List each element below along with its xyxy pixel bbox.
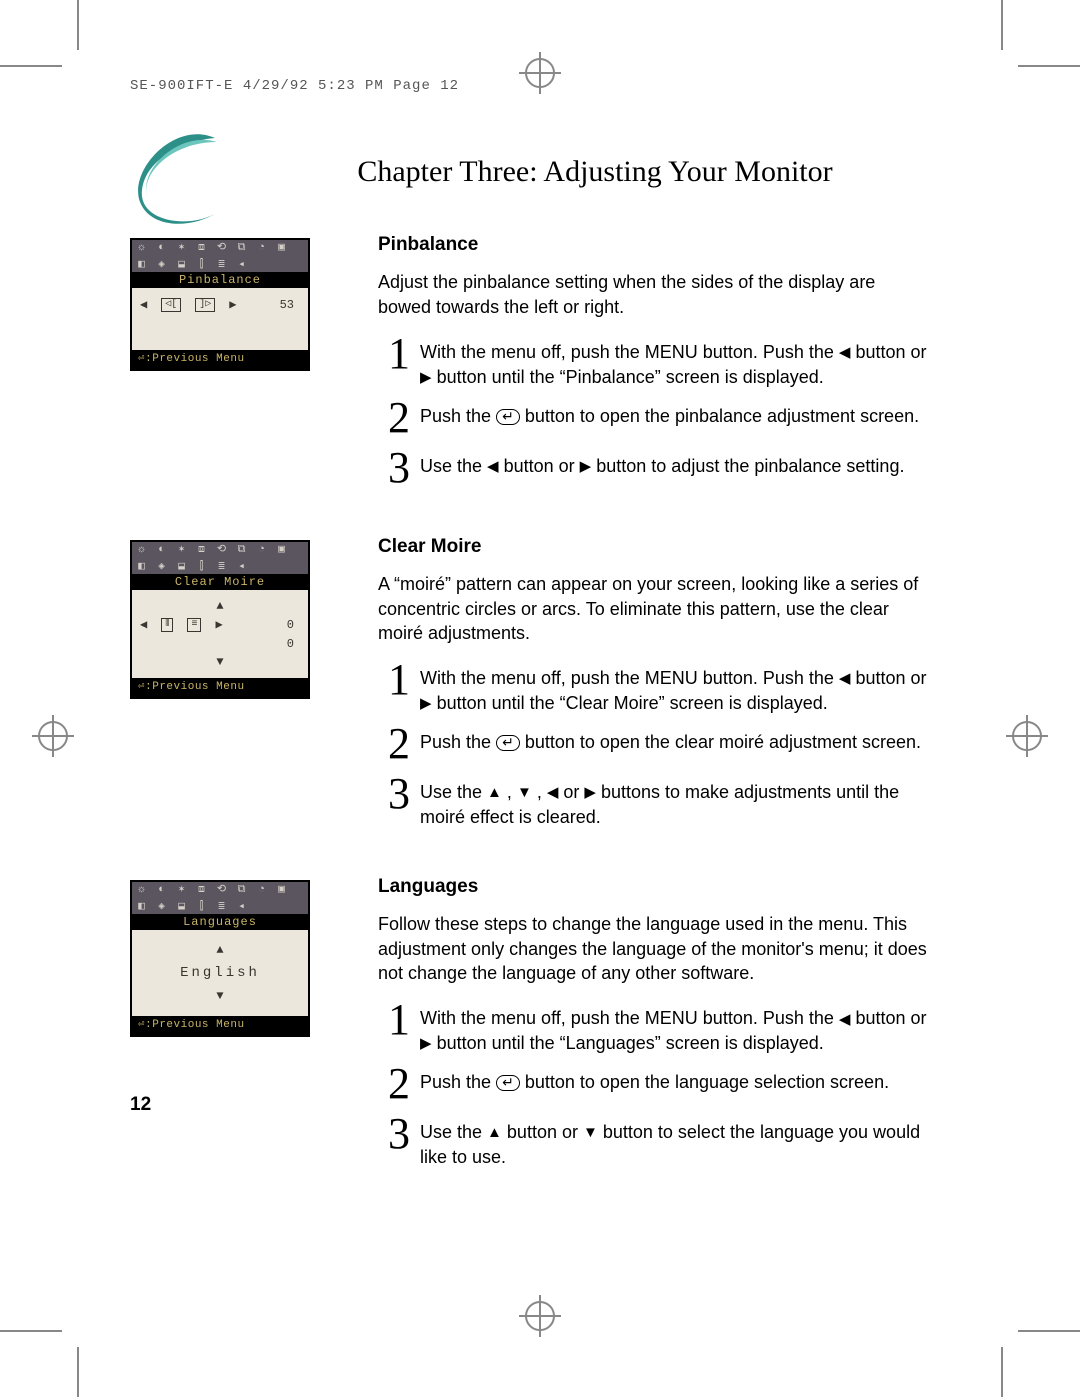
section-title-clear-moire: Clear Moire [378, 534, 930, 560]
registration-mark [519, 1295, 561, 1337]
crop-mark [77, 0, 79, 50]
right-arrow-icon: ▶ [584, 787, 596, 799]
left-arrow-icon: ◀ [839, 1014, 851, 1026]
left-arrow-icon: ◀ [547, 787, 559, 799]
osd-pinbalance-value: 53 [280, 299, 294, 311]
osd-title: Languages [132, 914, 308, 930]
crop-mark [1001, 0, 1003, 50]
step-number: 2 [378, 722, 420, 766]
step-item: 1 With the menu off, push the MENU butto… [378, 662, 930, 716]
osd-selected-language: English [180, 966, 260, 980]
step-item: 2 Push the ↵ button to open the language… [378, 1066, 930, 1106]
moire-h-icon: ⫴ [161, 618, 173, 632]
crop-mark [77, 1347, 79, 1397]
crop-mark [1018, 65, 1080, 67]
osd-languages: ☼◐✶⧈⟲⧉◔ ▣◧◈⬓⫿≣◂ Languages ▲ English ▼ ⏎:… [130, 880, 310, 1037]
right-arrow-icon: ▶ [420, 372, 432, 384]
registration-mark [32, 715, 74, 757]
crop-mark [0, 65, 62, 67]
step-item: 2 Push the ↵ button to open the pinbalan… [378, 400, 930, 440]
osd-title: Pinbalance [132, 272, 308, 288]
up-arrow-icon: ▲ [487, 787, 502, 799]
right-arrow-icon: ▶ [580, 461, 592, 473]
step-number: 2 [378, 396, 420, 440]
up-arrow-icon: ▲ [487, 1127, 502, 1139]
enter-icon: ↵ [496, 735, 520, 751]
down-arrow-icon: ▼ [517, 787, 532, 799]
intro-text: A “moiré” pattern can appear on your scr… [378, 572, 930, 646]
chapter-title: Chapter Three: Adjusting Your Monitor [260, 154, 930, 190]
step-number: 2 [378, 1062, 420, 1106]
crop-mark [1001, 1347, 1003, 1397]
enter-icon: ↵ [496, 1075, 520, 1091]
step-item: 1 With the menu off, push the MENU butto… [378, 336, 930, 390]
registration-mark [519, 52, 561, 94]
osd-icon-row: ☼◐✶⧈⟲⧉◔ ▣◧◈⬓⫿≣◂ [132, 542, 308, 574]
registration-mark [1006, 715, 1048, 757]
step-item: 3 Use the ◀ button or ▶ button to adjust… [378, 450, 930, 490]
osd-previous-menu: ⏎:Previous Menu [132, 350, 308, 369]
pinbalance-right-icon: ]▷ [195, 298, 215, 312]
osd-title: Clear Moire [132, 574, 308, 590]
osd-icon-row: ☼◐✶⧈⟲⧉◔ ▣◧◈⬓⫿≣◂ [132, 882, 308, 914]
osd-pinbalance: ☼◐✶⧈⟲⧉◔ ▣◧◈⬓⫿≣◂ Pinbalance ◀ ◁[ ]▷ ▶ 53 … [130, 238, 310, 371]
left-arrow-icon: ◀ [487, 461, 499, 473]
osd-previous-menu: ⏎:Previous Menu [132, 1016, 308, 1035]
osd-arrow-left-icon: ◀ [140, 299, 147, 311]
enter-icon: ↵ [496, 409, 520, 425]
intro-text: Follow these steps to change the languag… [378, 912, 930, 986]
crop-mark [1018, 1330, 1080, 1332]
section-title-languages: Languages [378, 874, 930, 900]
intro-text: Adjust the pinbalance setting when the s… [378, 270, 930, 320]
osd-arrow-up-icon: ▲ [216, 944, 223, 956]
down-arrow-icon: ▼ [583, 1127, 598, 1139]
right-arrow-icon: ▶ [420, 1038, 432, 1050]
osd-arrow-down-icon: ▼ [216, 656, 223, 668]
osd-arrow-down-icon: ▼ [216, 990, 223, 1002]
step-number: 3 [378, 446, 420, 490]
right-arrow-icon: ▶ [420, 698, 432, 710]
osd-icon-row: ☼◐✶⧈⟲⧉◔ ▣◧◈⬓⫿≣◂ [132, 240, 308, 272]
osd-arrow-up-icon: ▲ [216, 600, 223, 612]
left-arrow-icon: ◀ [839, 673, 851, 685]
left-arrow-icon: ◀ [839, 347, 851, 359]
osd-arrow-right-icon: ▶ [229, 299, 236, 311]
step-number: 1 [378, 658, 420, 716]
crop-mark [0, 1330, 62, 1332]
step-item: 3 Use the ▲ , ▼ , ◀ or ▶ buttons to make… [378, 776, 930, 830]
step-item: 3 Use the ▲ button or ▼ button to select… [378, 1116, 930, 1170]
page-number: 12 [130, 1094, 151, 1116]
moire-v-icon: ≡ [187, 618, 201, 632]
step-item: 1 With the menu off, push the MENU butto… [378, 1002, 930, 1056]
osd-previous-menu: ⏎:Previous Menu [132, 678, 308, 697]
section-title-pinbalance: Pinbalance [378, 232, 930, 258]
osd-moire-value1: 0 [287, 619, 294, 631]
osd-clear-moire: ☼◐✶⧈⟲⧉◔ ▣◧◈⬓⫿≣◂ Clear Moire ▲ ◀ ⫴ ≡ ▶ 0 … [130, 540, 310, 699]
step-number: 1 [378, 998, 420, 1056]
pinbalance-left-icon: ◁[ [161, 298, 181, 312]
step-item: 2 Push the ↵ button to open the clear mo… [378, 726, 930, 766]
print-header: SE-900IFT-E 4/29/92 5:23 PM Page 12 [130, 79, 459, 93]
osd-moire-value2: 0 [287, 638, 294, 650]
step-number: 1 [378, 332, 420, 390]
step-number: 3 [378, 772, 420, 830]
step-number: 3 [378, 1112, 420, 1170]
